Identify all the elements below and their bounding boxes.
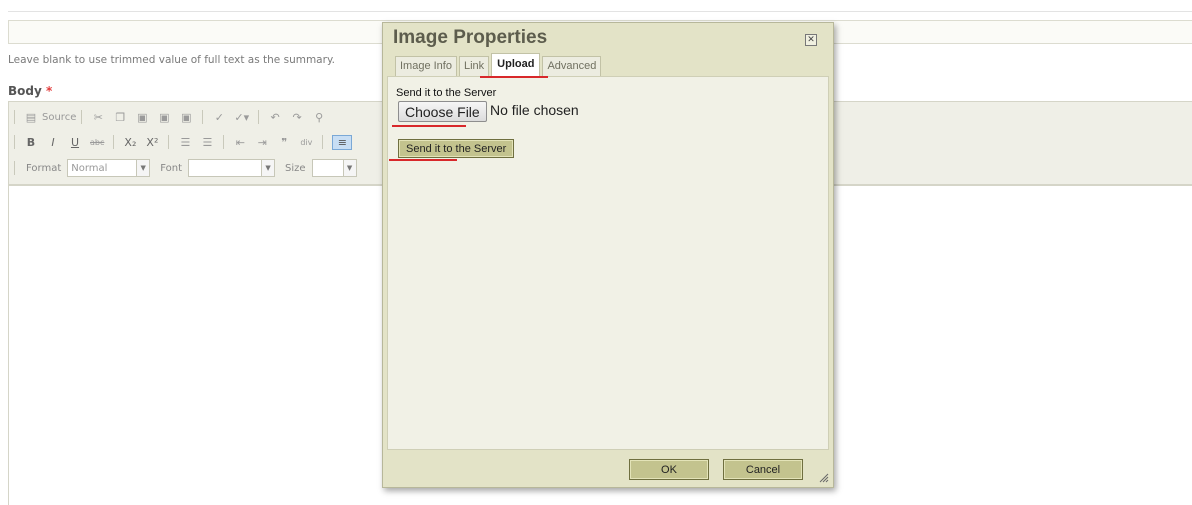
redo-icon[interactable]: ↷ — [290, 111, 304, 124]
tab-image-info[interactable]: Image Info — [395, 56, 457, 77]
body-label-text: Body — [8, 84, 42, 98]
tab-link[interactable]: Link — [458, 56, 490, 77]
paste-icon[interactable]: ▣ — [135, 111, 149, 124]
find-icon[interactable]: ⚲ — [312, 111, 326, 124]
toolbar-separator — [81, 110, 83, 124]
toolbar-separator — [14, 110, 15, 124]
toolbar-separator — [322, 135, 324, 149]
summary-help-text: Leave blank to use trimmed value of full… — [8, 54, 335, 66]
superscript-icon[interactable]: X² — [145, 136, 159, 149]
send-to-server-button[interactable]: Send it to the Server — [398, 139, 515, 158]
div-icon[interactable]: div — [299, 138, 313, 147]
annotation-underline-upload-tab — [480, 76, 548, 78]
subscript-icon[interactable]: X₂ — [123, 136, 137, 149]
font-select[interactable]: ▼ — [188, 159, 276, 177]
outdent-icon[interactable]: ⇤ — [233, 136, 247, 149]
required-marker: * — [46, 84, 53, 98]
chevron-down-icon[interactable]: ▼ — [342, 160, 356, 176]
size-select[interactable]: ▼ — [311, 159, 357, 177]
chevron-down-icon[interactable]: ▼ — [261, 160, 275, 176]
toolbar-separator — [202, 110, 204, 124]
paste-word-icon[interactable]: ▣ — [179, 111, 193, 124]
undo-icon[interactable]: ↶ — [268, 111, 282, 124]
align-left-icon[interactable]: ≡ — [332, 134, 353, 150]
chevron-down-icon[interactable]: ▼ — [136, 160, 150, 176]
annotation-underline-send-button — [389, 159, 457, 161]
annotation-underline-choose-file — [392, 125, 466, 127]
indent-icon[interactable]: ⇥ — [255, 136, 269, 149]
tab-upload[interactable]: Upload — [491, 53, 541, 77]
toolbar-separator — [113, 135, 115, 149]
dialog-title: Image Properties — [393, 27, 548, 48]
image-properties-dialog: Image Properties ✕ Image Info Link Uploa… — [382, 22, 834, 488]
cut-icon[interactable]: ✂ — [91, 111, 105, 124]
font-label: Font — [160, 162, 183, 174]
paste-text-icon[interactable]: ▣ — [157, 111, 171, 124]
numbered-list-icon[interactable]: ☰ — [178, 136, 192, 149]
format-label: Format — [26, 162, 62, 174]
cancel-button[interactable]: Cancel — [723, 459, 803, 480]
toolbar-row-3: Format Normal ▼ Font ▼ Size ▼ — [9, 157, 361, 179]
toolbar-separator — [14, 161, 15, 175]
no-file-status: No file chosen — [490, 102, 579, 118]
toolbar-separator — [168, 135, 170, 149]
toolbar-row-2: B I U abc X₂ X² ☰ ☰ ⇤ ⇥ ❞ div ≡ — [9, 131, 356, 153]
toolbar-separator — [258, 110, 260, 124]
upload-panel: Send it to the Server Choose File No fil… — [387, 76, 829, 450]
source-button[interactable]: Source — [42, 112, 76, 123]
bullet-list-icon[interactable]: ☰ — [200, 136, 214, 149]
toolbar-row-1: ▤ Source ✂ ❐ ▣ ▣ ▣ ✓ ✓▾ ↶ ↷ ⚲ — [9, 106, 330, 128]
copy-icon[interactable]: ❐ — [113, 111, 127, 124]
format-value: Normal — [71, 162, 108, 174]
scayt-icon[interactable]: ✓▾ — [234, 111, 249, 124]
bold-icon[interactable]: B — [24, 136, 38, 149]
toolbar-separator — [223, 135, 225, 149]
toolbar-separator — [14, 135, 15, 149]
italic-icon[interactable]: I — [46, 136, 60, 149]
top-divider — [8, 0, 1192, 12]
size-label: Size — [285, 162, 306, 174]
spellcheck-icon[interactable]: ✓ — [212, 111, 226, 124]
dialog-tabs: Image Info Link Upload Advanced — [395, 53, 603, 77]
body-label: Body * — [8, 84, 52, 98]
resize-grip-icon[interactable] — [819, 473, 829, 483]
upload-label: Send it to the Server — [396, 87, 497, 99]
choose-file-button[interactable]: Choose File — [398, 101, 487, 122]
blockquote-icon[interactable]: ❞ — [277, 136, 291, 149]
format-select[interactable]: Normal ▼ — [67, 159, 151, 177]
strike-icon[interactable]: abc — [90, 138, 104, 147]
ok-button[interactable]: OK — [629, 459, 709, 480]
source-icon[interactable]: ▤ — [24, 111, 38, 124]
underline-icon[interactable]: U — [68, 136, 82, 149]
close-icon[interactable]: ✕ — [805, 34, 817, 46]
tab-advanced[interactable]: Advanced — [542, 56, 602, 77]
